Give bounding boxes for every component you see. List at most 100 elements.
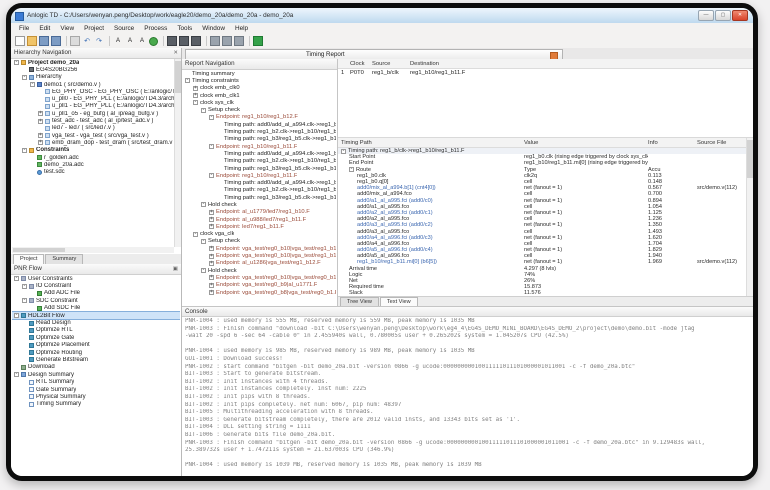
tree-item[interactable]: Generate Bitstream: [12, 356, 180, 363]
tree-item[interactable]: Add SDC File: [12, 305, 180, 312]
expand-toggle[interactable]: +: [209, 217, 214, 222]
tree-item[interactable]: +emb_dram_dop - test_dram ( src/test_dra…: [12, 139, 174, 146]
tree-item[interactable]: Add ADC File: [12, 290, 180, 297]
table-row[interactable]: add0/a4_al_a996.fci (add0/c3)net (fanout…: [338, 235, 746, 241]
tree-item[interactable]: Timing path: reg1_b2.clk->reg1_b10/reg1_…: [183, 128, 336, 135]
tree-item[interactable]: led7 - led7 ( src/led7.v ): [12, 125, 174, 132]
redo-button[interactable]: ↷: [94, 36, 104, 46]
expand-toggle[interactable]: +: [209, 290, 214, 295]
tree-item[interactable]: u_pll1 - EG_PHY_PLL ( E:/anlogic/TD4.3/a…: [12, 103, 174, 110]
menu-source[interactable]: Source: [109, 23, 139, 34]
expand-toggle[interactable]: -: [209, 115, 214, 120]
memory-view-button[interactable]: [179, 36, 189, 46]
source-file-column-header[interactable]: Source File: [697, 140, 746, 146]
save-all-button[interactable]: [51, 36, 61, 46]
tree-item[interactable]: +Endpoint: vga_test/reg0_b10|vga_test/re…: [183, 274, 336, 281]
tree-item[interactable]: Timing Summary: [12, 401, 180, 408]
chip-view-button[interactable]: [167, 36, 177, 46]
tab-timing-report[interactable]: Timing Report: [185, 49, 563, 59]
expand-toggle[interactable]: -: [201, 268, 206, 273]
tree-item[interactable]: -Endpoint: reg1_b10/reg1_b11.F: [183, 143, 336, 150]
timing-path-column-header[interactable]: Timing Path: [338, 140, 524, 146]
tab-summary[interactable]: Summary: [45, 254, 83, 264]
table-row[interactable]: add0/mix_al_a994.b[1] (cnt4[0])net (fano…: [338, 185, 746, 191]
tree-item[interactable]: +test_adc - test_adc ( al_ip/test_adc.v …: [12, 117, 174, 124]
vertical-scrollbar[interactable]: [746, 138, 753, 296]
expand-toggle[interactable]: -: [14, 60, 19, 65]
expand-toggle[interactable]: -: [22, 298, 27, 303]
tree-item[interactable]: +Endpoint: vga_test/reg0_b10|vga_test/re…: [183, 252, 336, 259]
clock-column-header[interactable]: Clock: [350, 61, 372, 67]
tree-item[interactable]: +Endpoint: vga_test/reg0_b9|al_u1771.F: [183, 282, 336, 289]
tree-item[interactable]: Gate Summary: [12, 386, 180, 393]
expand-toggle[interactable]: +: [38, 119, 43, 124]
table-row[interactable]: add0/a4_al_a996.fcocell1.704: [338, 241, 746, 247]
table-row[interactable]: 1P0T0reg1_b/clkreg1_b10/reg1_b11.F: [338, 69, 753, 77]
tree-item[interactable]: -Timing constraints: [183, 77, 336, 84]
table-row[interactable]: reg1_b0.clkclk2q0.113: [338, 173, 746, 179]
source-column-header[interactable]: Source: [372, 61, 410, 67]
table-view-button[interactable]: [234, 36, 244, 46]
tree-item[interactable]: -HDL2Bit Flow: [12, 312, 180, 319]
expand-toggle[interactable]: -: [14, 276, 19, 281]
tree-item[interactable]: Timing path: reg1_b2.clk->reg1_b10/reg1_…: [183, 187, 336, 194]
vertical-scrollbar[interactable]: [174, 59, 181, 247]
tree-item[interactable]: -clock sys_clk: [183, 99, 336, 106]
expand-toggle[interactable]: -: [209, 144, 214, 149]
tree-item[interactable]: EG_PHY_OSC - EG_PHY_OSC ( E:/anlogic/TD4…: [12, 88, 174, 95]
expand-toggle[interactable]: +: [209, 224, 214, 229]
tree-item[interactable]: -IO Constraint: [12, 282, 180, 289]
tree-item[interactable]: +Endpoint: vga_test/reg0_b10|vga_test/re…: [183, 245, 336, 252]
table-row[interactable]: add0/a1_al_a995.fcocell1.054: [338, 204, 746, 210]
menu-view[interactable]: View: [55, 23, 79, 34]
expand-toggle[interactable]: -: [22, 284, 27, 289]
expand-toggle[interactable]: -: [14, 372, 19, 377]
font-increase-button[interactable]: A: [137, 36, 147, 46]
tree-item[interactable]: Timing summary: [183, 70, 336, 77]
expand-toggle[interactable]: +: [209, 261, 214, 266]
menu-edit[interactable]: Edit: [34, 23, 55, 34]
pin-icon[interactable]: ▣: [173, 264, 178, 274]
tree-item[interactable]: -demo1 ( src/demo.v ): [12, 81, 174, 88]
menu-file[interactable]: File: [14, 23, 34, 34]
tree-item[interactable]: -Project demo_20a: [12, 59, 174, 66]
expand-toggle[interactable]: -: [30, 82, 35, 87]
destination-column-header[interactable]: Destination: [410, 61, 753, 67]
table-row[interactable]: add0/mix_al_a994.fcocell0.700: [338, 191, 746, 197]
tree-item[interactable]: r_golden.adc: [12, 154, 174, 161]
tree-item[interactable]: -clock vga_clk: [183, 231, 336, 238]
expand-toggle[interactable]: +: [193, 93, 198, 98]
horizontal-scrollbar[interactable]: [12, 247, 174, 253]
tree-item[interactable]: Physical Summary: [12, 393, 180, 400]
table-row[interactable]: reg1_b10/reg1_b11.mi[0] (b6[5])net (fano…: [338, 259, 746, 265]
open-folder-button[interactable]: [27, 36, 37, 46]
tree-item[interactable]: demo_20a.adc: [12, 161, 174, 168]
expand-toggle[interactable]: +: [193, 86, 198, 91]
expand-toggle[interactable]: +: [38, 133, 43, 138]
expand-toggle[interactable]: +: [209, 283, 214, 288]
close-icon[interactable]: ✕: [173, 48, 178, 58]
tree-item[interactable]: Timing path: add0/add_al_a994.clk->reg1_…: [183, 150, 336, 157]
expand-toggle[interactable]: -: [14, 313, 19, 318]
expand-toggle[interactable]: -: [201, 202, 206, 207]
tree-item[interactable]: Optimize RTL: [12, 327, 180, 334]
cut-button[interactable]: [70, 36, 80, 46]
tree-item[interactable]: Timing path: reg1_b3/reg1_b5.clk->reg1_b…: [183, 136, 336, 143]
expand-toggle[interactable]: -: [201, 239, 206, 244]
tree-item[interactable]: -User Constraints: [12, 275, 180, 282]
menu-help[interactable]: Help: [230, 23, 253, 34]
expand-toggle[interactable]: +: [38, 140, 43, 145]
tree-item[interactable]: -Hierarchy: [12, 74, 174, 81]
tree-item[interactable]: -Design Summary: [12, 371, 180, 378]
font-decrease-button[interactable]: A: [113, 36, 123, 46]
menu-project[interactable]: Project: [79, 23, 109, 34]
value-column-header[interactable]: Value: [524, 140, 648, 146]
minimize-button[interactable]: —: [698, 10, 714, 21]
tree-item[interactable]: -Endpoint: reg1_b10/reg1_b11.F: [183, 172, 336, 179]
probe-button[interactable]: [210, 36, 220, 46]
table-row[interactable]: add0/a3_al_a995.fcocell1.493: [338, 228, 746, 234]
info-column-header[interactable]: Info: [648, 140, 697, 146]
maximize-button[interactable]: ▢: [715, 10, 731, 21]
tree-item[interactable]: -Hold check: [183, 267, 336, 274]
undo-button[interactable]: ↶: [82, 36, 92, 46]
